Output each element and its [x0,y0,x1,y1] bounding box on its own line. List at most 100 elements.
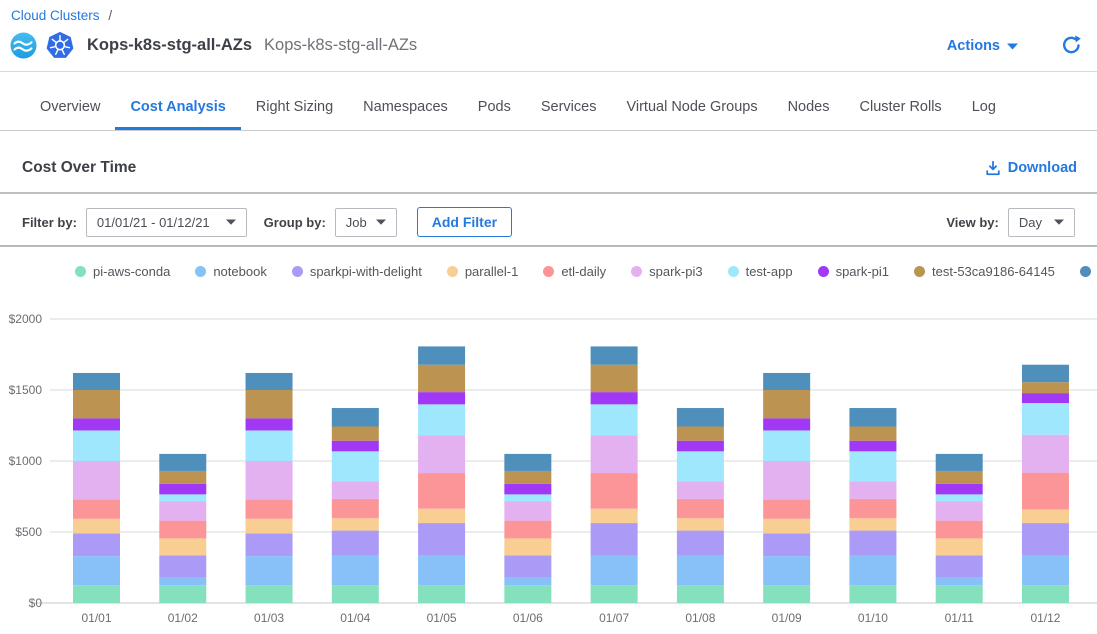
bar-segment-spark-pi1[interactable] [1022,393,1069,403]
bar-segment-spark-pi3[interactable] [159,501,206,520]
legend-item-test-app[interactable]: test-app [728,264,793,279]
bar-segment-test-pkix[interactable] [418,346,465,364]
bar-segment-spark-pi1[interactable] [763,418,810,430]
bar-segment-parallel-1[interactable] [159,538,206,555]
bar-segment-notebook[interactable] [246,556,293,585]
bar-segment-spark-pi1[interactable] [159,484,206,495]
bar-segment-parallel-1[interactable] [677,518,724,530]
bar-segment-notebook[interactable] [591,555,638,585]
bar-segment-notebook[interactable] [763,556,810,585]
tab-cost-analysis[interactable]: Cost Analysis [115,87,240,130]
breadcrumb-link[interactable]: Cloud Clusters [11,8,100,23]
bar-segment-spark-pi1[interactable] [332,441,379,452]
bar-segment-test-app[interactable] [936,494,983,501]
legend-item-pi-aws-conda[interactable]: pi-aws-conda [75,264,170,279]
bar-segment-parallel-1[interactable] [936,538,983,555]
add-filter-button[interactable]: Add Filter [417,207,512,237]
bar-segment-spark-pi1[interactable] [591,392,638,404]
bar-segment-etl-daily[interactable] [159,521,206,539]
bar-segment-test-pkix[interactable] [159,454,206,471]
bar-segment-pi-aws-conda[interactable] [418,585,465,603]
bar-segment-pi-aws-conda[interactable] [246,585,293,603]
bar-segment-sparkpi-with-delight[interactable] [418,523,465,555]
bar-segment-sparkpi-with-delight[interactable] [159,555,206,577]
bar-segment-test-app[interactable] [591,404,638,435]
bar-segment-pi-aws-conda[interactable] [849,585,896,603]
bar-segment-spark-pi3[interactable] [246,461,293,499]
tab-log[interactable]: Log [957,87,1011,130]
bar-segment-test-53ca9186-64145[interactable] [1022,382,1069,393]
bar-segment-test-app[interactable] [1022,403,1069,435]
bar-segment-pi-aws-conda[interactable] [73,585,120,603]
tab-services[interactable]: Services [526,87,612,130]
bar-segment-spark-pi3[interactable] [332,481,379,499]
bar-segment-etl-daily[interactable] [849,499,896,518]
bar-segment-test-pkix[interactable] [504,454,551,471]
bar-segment-spark-pi3[interactable] [418,435,465,473]
bar-segment-test-53ca9186-64145[interactable] [418,365,465,392]
bar-segment-parallel-1[interactable] [418,509,465,523]
bar-segment-sparkpi-with-delight[interactable] [936,555,983,577]
bar-segment-pi-aws-conda[interactable] [591,585,638,603]
legend-item-parallel-1[interactable]: parallel-1 [447,264,518,279]
bar-segment-parallel-1[interactable] [1022,509,1069,523]
bar-segment-parallel-1[interactable] [246,519,293,534]
tab-overview[interactable]: Overview [25,87,115,130]
bar-segment-spark-pi3[interactable] [1022,435,1069,473]
bar-segment-sparkpi-with-delight[interactable] [763,533,810,556]
bar-segment-notebook[interactable] [677,555,724,585]
bar-segment-etl-daily[interactable] [1022,473,1069,510]
bar-segment-spark-pi1[interactable] [504,484,551,495]
bar-segment-pi-aws-conda[interactable] [763,585,810,603]
bar-segment-pi-aws-conda[interactable] [332,585,379,603]
bar-segment-test-pkix[interactable] [936,454,983,471]
legend-item-notebook[interactable]: notebook [195,264,267,279]
bar-segment-sparkpi-with-delight[interactable] [677,531,724,556]
date-range-select[interactable]: 01/01/21 - 01/12/21 [86,208,247,237]
bar-segment-sparkpi-with-delight[interactable] [332,531,379,556]
tab-cluster-rolls[interactable]: Cluster Rolls [845,87,957,130]
bar-segment-pi-aws-conda[interactable] [504,585,551,603]
bar-segment-sparkpi-with-delight[interactable] [1022,523,1069,555]
bar-segment-test-53ca9186-64145[interactable] [763,390,810,418]
tab-pods[interactable]: Pods [463,87,526,130]
bar-segment-sparkpi-with-delight[interactable] [73,533,120,556]
legend-item-sparkpi-with-delight[interactable]: sparkpi-with-delight [292,264,422,279]
bar-segment-etl-daily[interactable] [73,499,120,518]
bar-segment-test-53ca9186-64145[interactable] [677,426,724,440]
bar-segment-parallel-1[interactable] [849,518,896,530]
bar-segment-spark-pi3[interactable] [677,481,724,499]
tab-virtual-node-groups[interactable]: Virtual Node Groups [611,87,772,130]
bar-segment-sparkpi-with-delight[interactable] [591,523,638,555]
bar-segment-test-pkix[interactable] [677,408,724,426]
legend-item-etl-daily[interactable]: etl-daily [543,264,606,279]
bar-segment-test-app[interactable] [418,404,465,435]
bar-segment-parallel-1[interactable] [73,519,120,534]
bar-segment-parallel-1[interactable] [332,518,379,530]
bar-segment-spark-pi3[interactable] [763,461,810,499]
bar-segment-test-53ca9186-64145[interactable] [936,471,983,484]
bar-segment-sparkpi-with-delight[interactable] [246,533,293,556]
bar-segment-pi-aws-conda[interactable] [936,585,983,603]
bar-segment-notebook[interactable] [332,555,379,585]
bar-segment-notebook[interactable] [418,555,465,585]
bar-segment-test-pkix[interactable] [1022,365,1069,382]
bar-segment-test-app[interactable] [246,430,293,461]
bar-segment-notebook[interactable] [159,577,206,585]
legend-item-test-pkix[interactable]: test-pkix [1080,264,1097,279]
bar-segment-test-pkix[interactable] [849,408,896,426]
bar-segment-spark-pi3[interactable] [504,501,551,520]
bar-segment-spark-pi1[interactable] [849,441,896,452]
bar-segment-parallel-1[interactable] [763,519,810,534]
bar-segment-spark-pi3[interactable] [73,461,120,499]
bar-segment-spark-pi1[interactable] [246,418,293,430]
bar-segment-spark-pi3[interactable] [849,481,896,499]
bar-segment-spark-pi1[interactable] [73,418,120,430]
tab-namespaces[interactable]: Namespaces [348,87,463,130]
bar-segment-etl-daily[interactable] [332,499,379,518]
view-by-select[interactable]: Day [1008,208,1075,237]
bar-segment-test-pkix[interactable] [763,373,810,390]
legend-item-spark-pi3[interactable]: spark-pi3 [631,264,702,279]
bar-segment-notebook[interactable] [1022,555,1069,585]
bar-segment-test-app[interactable] [763,430,810,461]
